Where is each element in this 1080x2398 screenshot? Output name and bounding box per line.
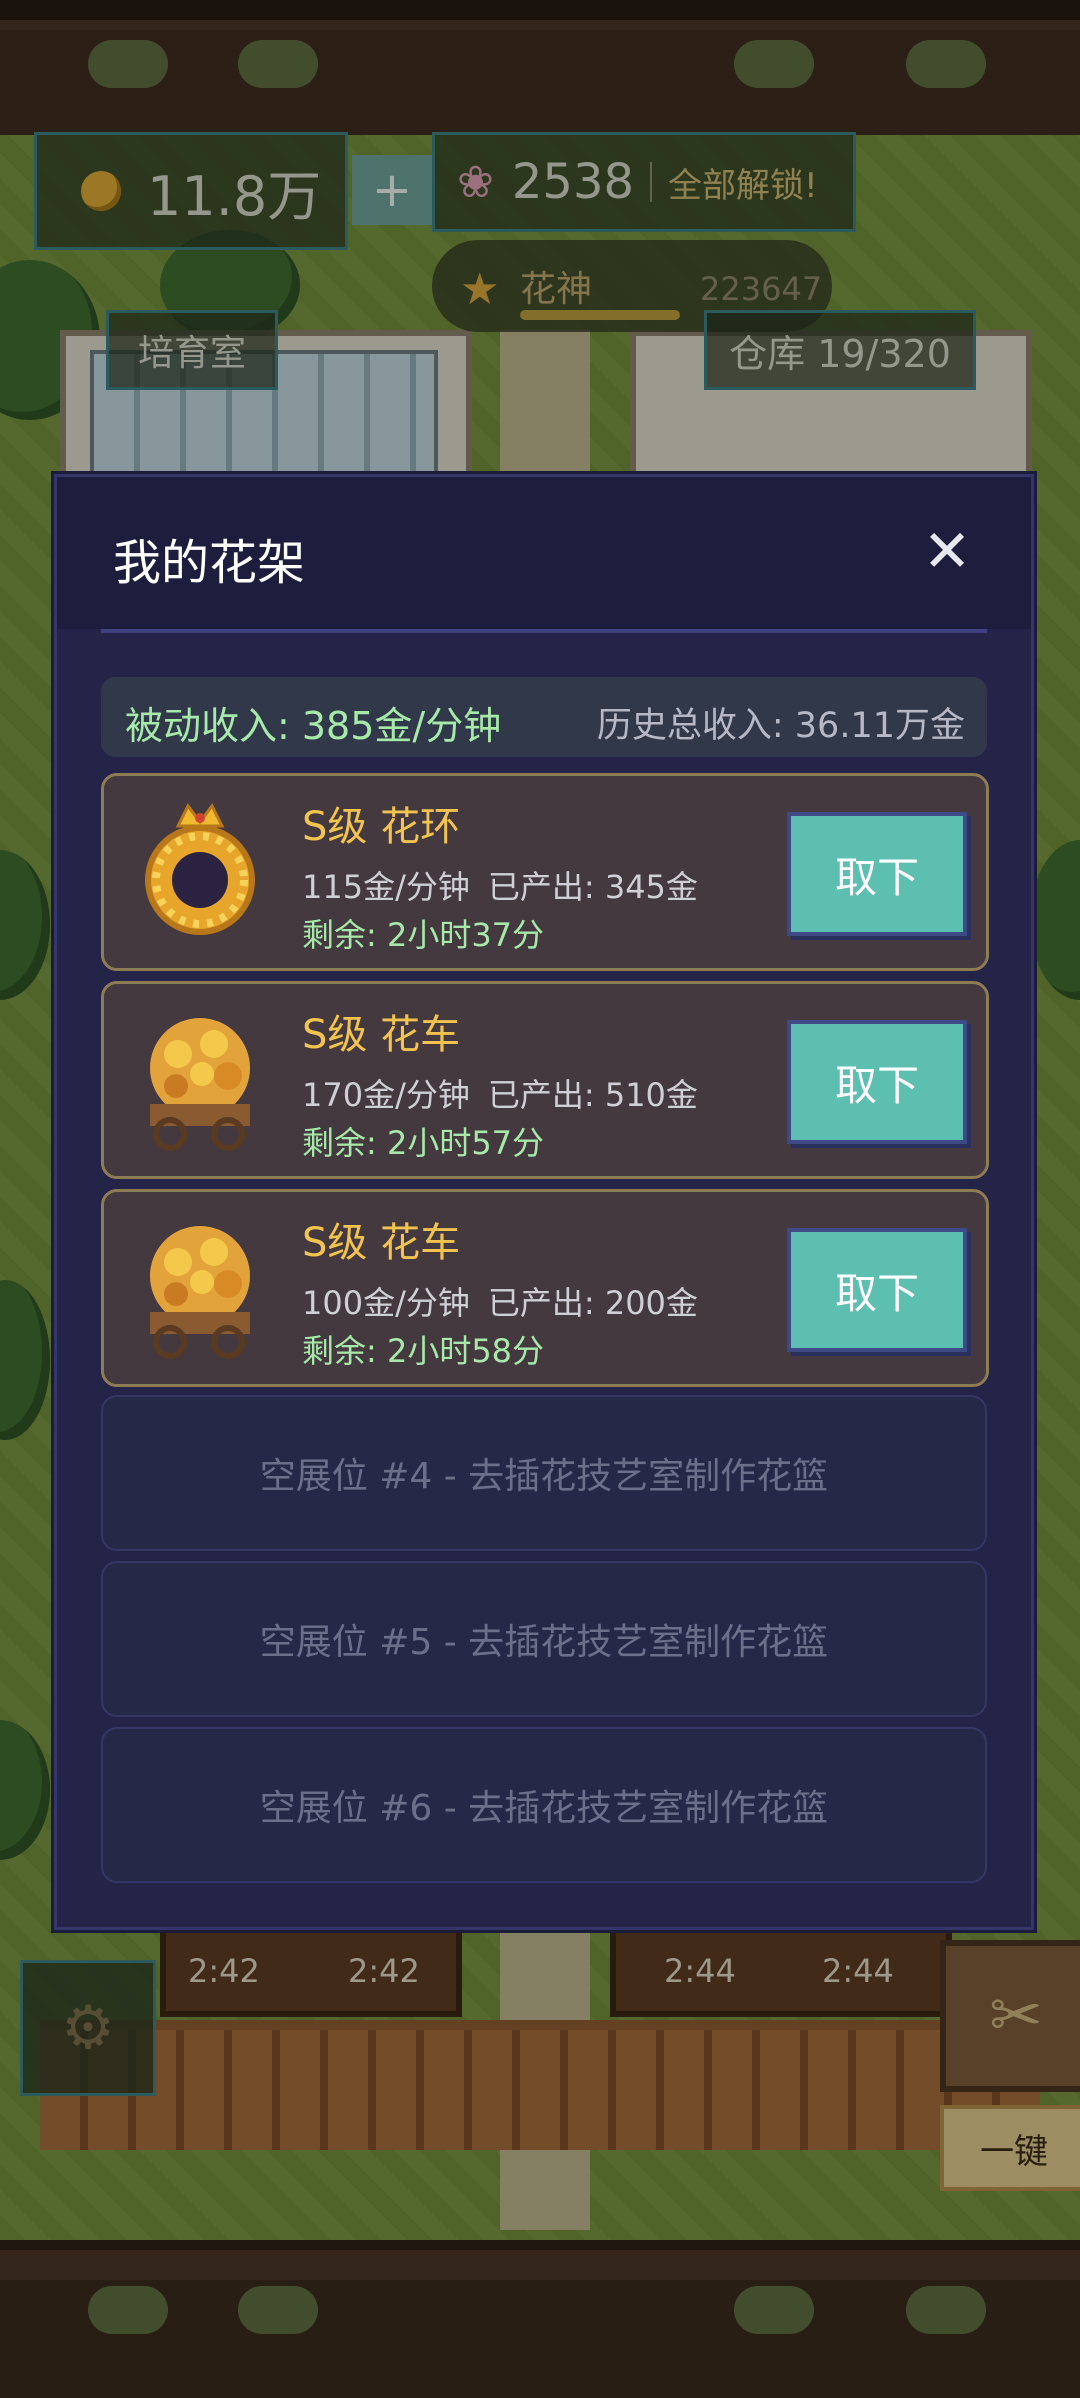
income-summary: 被动收入: 385金/分钟 历史总收入: 36.11万金 [101,677,987,757]
close-icon[interactable]: ✕ [917,521,977,581]
passive-income: 被动收入: 385金/分钟 [125,704,502,748]
produced-value: 已产出: 200金 [487,1284,698,1322]
flower-cart-icon [150,1226,250,1359]
shelf-slot: S级 花车 100金/分钟 已产出: 200金 剩余: 2小时58分 取下 [101,1189,989,1387]
item-rate: 115金/分钟 已产出: 345金 [302,862,698,908]
header-divider [101,629,987,633]
remaining-time: 剩余: 2小时57分 [302,1124,545,1162]
remove-button[interactable]: 取下 [787,1020,967,1144]
flower-shelf-dialog: 我的花架 ✕ 被动收入: 385金/分钟 历史总收入: 36.11万金 S级 花… [54,474,1034,1930]
empty-slot[interactable]: 空展位 #5 - 去插花技艺室制作花篮 [101,1561,987,1717]
shelf-slot: S级 花环 115金/分钟 已产出: 345金 剩余: 2小时37分 取下 [101,773,989,971]
rate-value: 115金/分钟 [302,868,470,906]
item-name: S级 花车 [302,1220,461,1266]
empty-slot[interactable]: 空展位 #6 - 去插花技艺室制作花篮 [101,1727,987,1883]
remove-button[interactable]: 取下 [787,812,967,936]
item-rate: 170金/分钟 已产出: 510金 [302,1070,698,1116]
remove-button[interactable]: 取下 [787,1228,967,1352]
flower-cart-icon [150,1018,250,1151]
dialog-title: 我的花架 [113,535,306,591]
dialog-header: 我的花架 ✕ [57,477,1031,629]
shelf-slot: S级 花车 170金/分钟 已产出: 510金 剩余: 2小时57分 取下 [101,981,989,1179]
item-rate: 100金/分钟 已产出: 200金 [302,1278,698,1324]
produced-value: 已产出: 510金 [487,1076,698,1114]
wreath-icon [145,803,255,935]
item-name: S级 花环 [302,804,461,850]
rate-value: 170金/分钟 [302,1076,470,1114]
remaining-time: 剩余: 2小时37分 [302,916,545,954]
total-income: 历史总收入: 36.11万金 [596,706,965,746]
remaining-time: 剩余: 2小时58分 [302,1332,545,1370]
item-name: S级 花车 [302,1012,461,1058]
empty-slot[interactable]: 空展位 #4 - 去插花技艺室制作花篮 [101,1395,987,1551]
rate-value: 100金/分钟 [302,1284,470,1322]
produced-value: 已产出: 345金 [487,868,698,906]
